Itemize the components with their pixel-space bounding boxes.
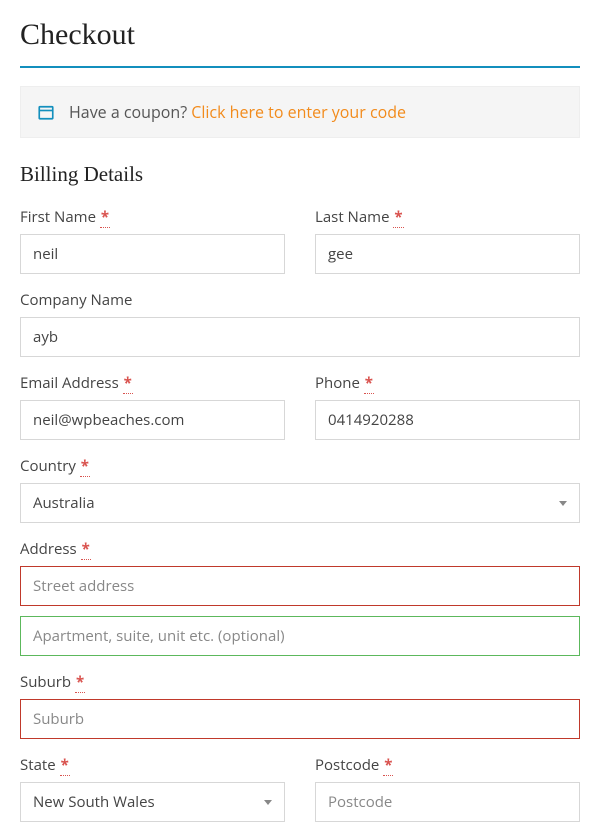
coupon-question: Have a coupon? <box>69 101 191 123</box>
coupon-banner: Have a coupon? Click here to enter your … <box>20 86 580 138</box>
address-line2-input[interactable] <box>20 616 580 656</box>
country-select-value: Australia <box>33 493 95 513</box>
accent-divider <box>20 66 580 68</box>
address-line1-input[interactable] <box>20 566 580 606</box>
address-label: Address * <box>20 539 580 559</box>
state-select[interactable]: New South Wales <box>20 782 285 822</box>
coupon-icon <box>37 103 55 121</box>
state-label: State * <box>20 755 285 775</box>
required-mark: * <box>60 755 70 776</box>
email-input[interactable] <box>20 400 285 440</box>
last-name-input[interactable] <box>315 234 580 274</box>
required-mark: * <box>81 539 91 560</box>
required-mark: * <box>80 456 90 477</box>
required-mark: * <box>75 672 85 693</box>
phone-input[interactable] <box>315 400 580 440</box>
suburb-input[interactable] <box>20 699 580 739</box>
suburb-label: Suburb * <box>20 672 580 692</box>
first-name-input[interactable] <box>20 234 285 274</box>
coupon-toggle-link[interactable]: Click here to enter your code <box>191 101 406 123</box>
required-mark: * <box>393 207 403 228</box>
chevron-down-icon <box>264 800 272 805</box>
page-title: Checkout <box>20 18 580 52</box>
first-name-label: First Name * <box>20 207 285 227</box>
required-mark: * <box>100 207 110 228</box>
email-label: Email Address * <box>20 373 285 393</box>
chevron-down-icon <box>559 501 567 506</box>
last-name-label: Last Name * <box>315 207 580 227</box>
country-select[interactable]: Australia <box>20 483 580 523</box>
required-mark: * <box>364 373 374 394</box>
company-name-input[interactable] <box>20 317 580 357</box>
required-mark: * <box>383 755 393 776</box>
postcode-label: Postcode * <box>315 755 580 775</box>
required-mark: * <box>123 373 133 394</box>
company-name-label: Company Name <box>20 290 580 310</box>
phone-label: Phone * <box>315 373 580 393</box>
coupon-text: Have a coupon? Click here to enter your … <box>69 101 406 123</box>
country-label: Country * <box>20 456 580 476</box>
billing-details-heading: Billing Details <box>20 162 580 187</box>
state-select-value: New South Wales <box>33 792 155 812</box>
postcode-input[interactable] <box>315 782 580 822</box>
